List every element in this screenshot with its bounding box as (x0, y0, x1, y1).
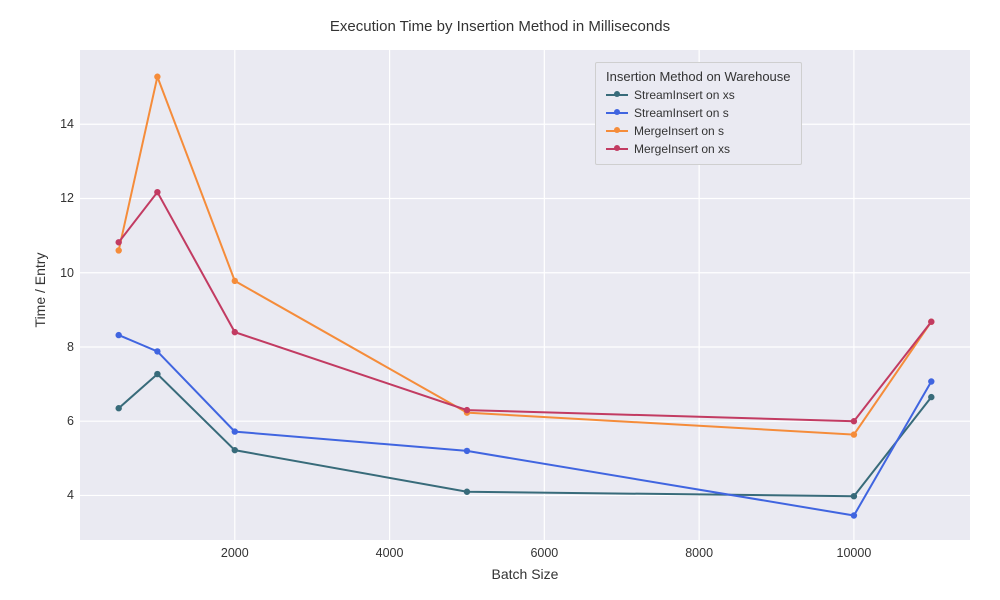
data-point (232, 278, 238, 284)
x-tick-label: 2000 (221, 546, 249, 560)
legend-label: StreamInsert on xs (634, 88, 735, 102)
legend-title: Insertion Method on Warehouse (606, 69, 791, 84)
y-tick-label: 10 (46, 266, 74, 280)
legend-label: MergeInsert on s (634, 124, 724, 138)
data-point (851, 493, 857, 499)
data-point (928, 319, 934, 325)
x-tick-label: 4000 (376, 546, 404, 560)
y-tick-label: 6 (46, 414, 74, 428)
legend-swatch (606, 107, 628, 119)
legend-label: StreamInsert on s (634, 106, 729, 120)
legend-item: StreamInsert on xs (606, 86, 791, 104)
data-point (464, 448, 470, 454)
data-point (851, 431, 857, 437)
series-line (119, 192, 932, 421)
data-point (115, 405, 121, 411)
legend-swatch (606, 89, 628, 101)
x-tick-label: 10000 (837, 546, 872, 560)
legend-swatch (606, 125, 628, 137)
x-axis-label: Batch Size (80, 566, 970, 582)
y-tick-label: 14 (46, 117, 74, 131)
series-line (119, 77, 932, 435)
legend-item: MergeInsert on s (606, 122, 791, 140)
series-line (119, 335, 932, 515)
legend-swatch (606, 143, 628, 155)
data-point (115, 239, 121, 245)
data-point (928, 378, 934, 384)
data-point (154, 371, 160, 377)
legend-item: StreamInsert on s (606, 104, 791, 122)
data-point (115, 332, 121, 338)
x-tick-label: 8000 (685, 546, 713, 560)
data-point (464, 489, 470, 495)
x-tick-label: 6000 (530, 546, 558, 560)
legend-label: MergeInsert on xs (634, 142, 730, 156)
data-point (154, 189, 160, 195)
data-lines (0, 0, 1000, 600)
series-line (119, 374, 932, 496)
y-tick-label: 12 (46, 191, 74, 205)
data-point (232, 329, 238, 335)
data-point (232, 428, 238, 434)
data-point (232, 447, 238, 453)
data-point (928, 394, 934, 400)
y-axis-label: Time / Entry (32, 240, 48, 340)
data-point (851, 418, 857, 424)
data-point (115, 247, 121, 253)
chart-figure: Execution Time by Insertion Method in Mi… (0, 0, 1000, 600)
y-tick-label: 8 (46, 340, 74, 354)
legend-item: MergeInsert on xs (606, 140, 791, 158)
data-point (154, 74, 160, 80)
data-point (464, 407, 470, 413)
legend: Insertion Method on Warehouse StreamInse… (595, 62, 802, 165)
data-point (851, 512, 857, 518)
y-tick-label: 4 (46, 488, 74, 502)
data-point (154, 348, 160, 354)
